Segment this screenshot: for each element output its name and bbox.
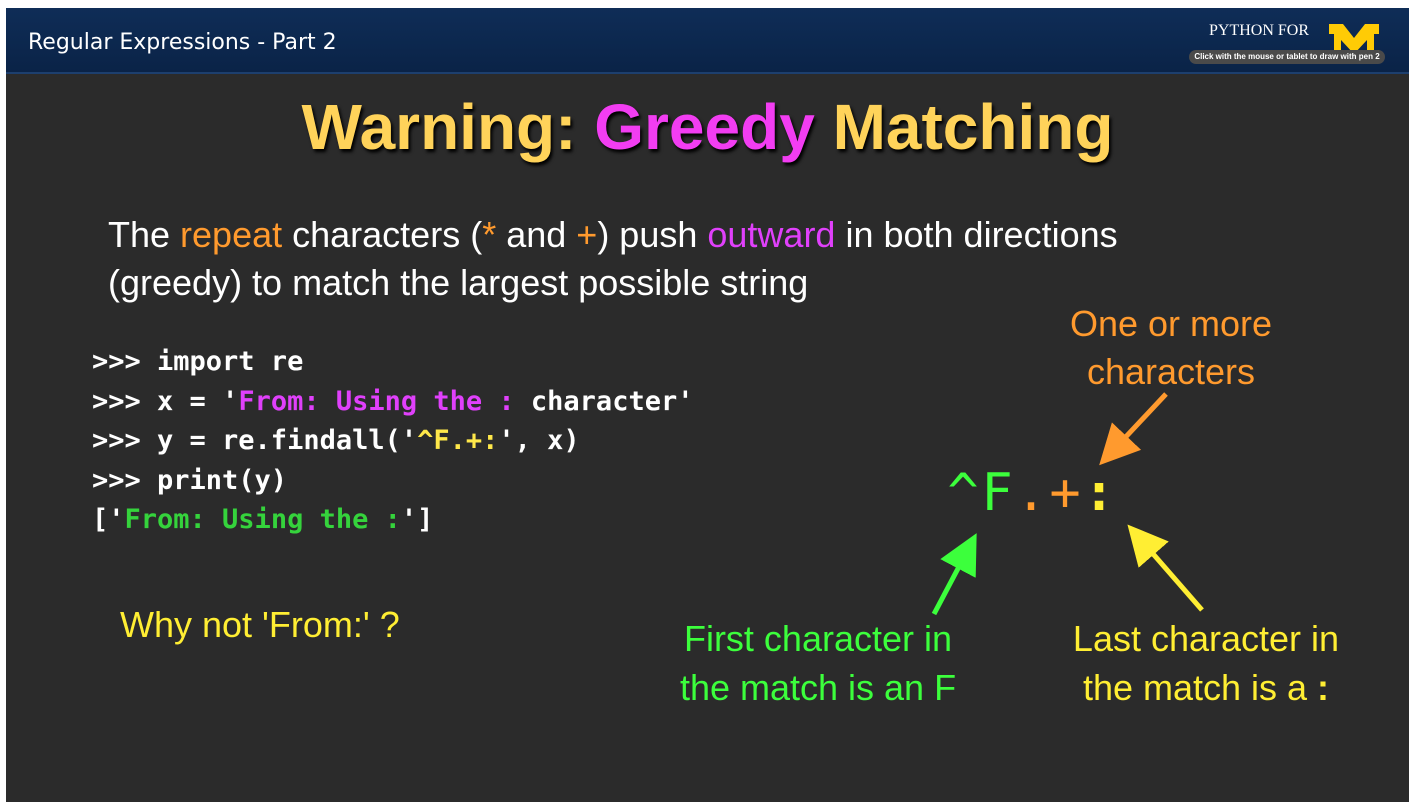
pattern-plus: + [1049, 463, 1081, 523]
annotation-line: First character in [683, 618, 953, 659]
code-string-highlight: From: Using the : [238, 385, 515, 417]
pattern-f: F [981, 463, 1013, 523]
pattern-colon: : [1083, 463, 1115, 523]
slide-title: Warning: Greedy Matching [6, 90, 1409, 164]
code-text: ', x) [498, 425, 580, 456]
code-line-1: >>> import re [92, 346, 304, 377]
title-part-matching: Matching [814, 91, 1114, 163]
pattern-caret: ^ [947, 463, 979, 523]
annotation-line: Last character in [1072, 618, 1340, 659]
yellow-arrow [1127, 524, 1204, 612]
green-arrow [931, 533, 977, 616]
desc-star: * [482, 214, 497, 255]
draw-hint-badge: Click with the mouse or tablet to draw w… [1189, 50, 1385, 64]
desc-repeat: repeat [180, 214, 283, 255]
desc-plus: + [576, 214, 598, 255]
video-header-bar: Regular Expressions - Part 2 PYTHON FOR … [6, 8, 1409, 74]
code-block: >>> import re >>> x = 'From: Using the : … [92, 342, 693, 540]
annotation-text: the match is a [1082, 667, 1318, 708]
code-regex-highlight: ^F.+: [417, 425, 499, 456]
annotation-last-character: Last character in the match is a : [1046, 614, 1366, 712]
code-text: >>> x = ' [92, 385, 239, 417]
desc-text: ) push [597, 214, 708, 255]
desc-text: and [496, 214, 577, 255]
desc-text: The [108, 214, 181, 255]
title-part-warning: Warning: [301, 91, 595, 163]
code-line-5: ['From: Using the :'] [92, 500, 693, 540]
annotation-line: One or more [1069, 303, 1273, 344]
code-output-highlight: From: Using the : [124, 504, 401, 535]
annotation-line: characters [1086, 351, 1256, 392]
orange-arrow [1099, 392, 1168, 466]
annotation-one-or-more: One or more characters [1026, 300, 1316, 396]
annotation-colon: : [1317, 667, 1330, 708]
description-line-1: The repeat characters (* and +) push out… [108, 211, 1308, 259]
question-text: Why not 'From:' ? [120, 604, 400, 645]
brand-text: PYTHON FOR [1208, 22, 1309, 39]
annotation-line: the match is an F [679, 667, 957, 708]
code-text: >>> y = re.findall(' [92, 425, 418, 456]
lecture-title: Regular Expressions - Part 2 [28, 30, 337, 55]
code-line-3: >>> y = re.findall('^F.+:', x) [92, 421, 693, 461]
pattern-dot: . [1015, 463, 1047, 523]
code-text: '] [400, 504, 434, 535]
regex-pattern: ^F.+: [946, 463, 1116, 523]
code-line-2: >>> x = 'From: Using the : character' [92, 382, 693, 422]
annotation-first-character: First character in the match is an F [658, 614, 978, 712]
annotation-line: the match is a : [1046, 663, 1366, 712]
slide-description: The repeat characters (* and +) push out… [108, 211, 1308, 307]
code-line-4: >>> print(y) [92, 464, 288, 496]
desc-text: in both directions [835, 214, 1118, 255]
desc-text: characters ( [282, 214, 483, 255]
title-highlight: Greedy [594, 91, 815, 163]
slide-frame: Regular Expressions - Part 2 PYTHON FOR … [6, 8, 1409, 802]
code-text: [' [92, 504, 125, 535]
desc-outward: outward [707, 214, 836, 255]
code-text: character' [514, 385, 694, 417]
